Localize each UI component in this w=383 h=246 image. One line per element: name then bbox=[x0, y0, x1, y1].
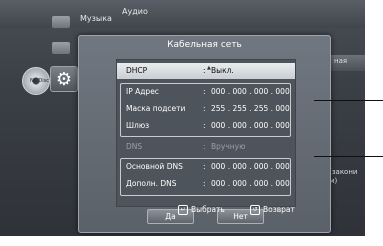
music-icon[interactable] bbox=[52, 16, 70, 28]
back-hint-label: Возврат bbox=[263, 205, 295, 214]
dhcp-value: Выкл. bbox=[211, 66, 234, 75]
ip-address-value: 000 . 000 . 000 . 000 bbox=[211, 87, 290, 96]
category-audio[interactable]: Аудио bbox=[122, 7, 148, 16]
select-hint-label: Выбрать bbox=[191, 205, 225, 214]
separator: : bbox=[203, 66, 206, 75]
subnet-mask-value: 255 . 255 . 255 . 000 bbox=[211, 104, 290, 113]
callout-line-ip bbox=[314, 100, 383, 101]
gateway-row[interactable]: Шлюз : 000 . 000 . 000 . 000 bbox=[117, 118, 295, 134]
photo-icon[interactable] bbox=[52, 42, 70, 54]
separator: : bbox=[203, 121, 206, 130]
right-menu-item[interactable]: ная bbox=[334, 57, 347, 65]
secondary-dns-label: Дополн. DNS bbox=[126, 179, 177, 188]
secondary-dns-row[interactable]: Дополн. DNS : 000 . 000 . 000 . 000 bbox=[117, 176, 295, 192]
subnet-mask-row[interactable]: Маска подсети : 255 . 255 . 255 . 000 bbox=[117, 101, 295, 117]
separator: : bbox=[203, 104, 206, 113]
callout-line-dns bbox=[314, 156, 383, 157]
tv-screen: Музыка Аудио No Disc ⚙ ная но (закони -л… bbox=[0, 0, 365, 236]
settings-gear-icon[interactable]: ⚙ bbox=[50, 66, 78, 92]
primary-dns-value: 000 . 000 . 000 . 000 bbox=[211, 162, 290, 171]
ip-address-label: IP Адрес bbox=[126, 87, 159, 96]
dns-mode-row: DNS : Вручную bbox=[117, 139, 295, 155]
dns-mode-value: Вручную bbox=[211, 142, 246, 151]
gateway-label: Шлюз bbox=[126, 121, 150, 130]
dhcp-row[interactable]: ▲ DHCP : Выкл. bbox=[117, 63, 295, 79]
dialog-title: Кабельная сеть bbox=[167, 40, 242, 50]
gateway-value: 000 . 000 . 000 . 000 bbox=[211, 121, 290, 130]
primary-dns-label: Основной DNS bbox=[126, 162, 183, 171]
separator: : bbox=[203, 87, 206, 96]
network-settings-panel: ▲ DHCP : Выкл. IP Адрес : 000 . 000 . 00… bbox=[116, 59, 296, 207]
separator: : bbox=[203, 179, 206, 188]
navigation-hints: ↵ Выбрать ↺ Возврат bbox=[78, 203, 329, 217]
primary-dns-row[interactable]: Основной DNS : 000 . 000 . 000 . 000 bbox=[117, 159, 295, 175]
separator: : bbox=[203, 162, 206, 171]
category-music[interactable]: Музыка bbox=[80, 14, 112, 23]
secondary-dns-value: 000 . 000 . 000 . 000 bbox=[211, 179, 290, 188]
select-hint: ↵ Выбрать bbox=[178, 203, 225, 217]
disc-status-label: No Disc bbox=[30, 78, 49, 84]
ip-address-row[interactable]: IP Адрес : 000 . 000 . 000 . 000 bbox=[117, 84, 295, 100]
dns-label: DNS bbox=[126, 142, 143, 151]
return-icon: ↺ bbox=[250, 205, 260, 215]
subnet-mask-label: Маска подсети bbox=[126, 104, 186, 113]
separator: : bbox=[203, 142, 206, 151]
enter-icon: ↵ bbox=[178, 205, 188, 215]
dhcp-label: DHCP bbox=[126, 66, 148, 75]
back-hint: ↺ Возврат bbox=[250, 203, 295, 217]
